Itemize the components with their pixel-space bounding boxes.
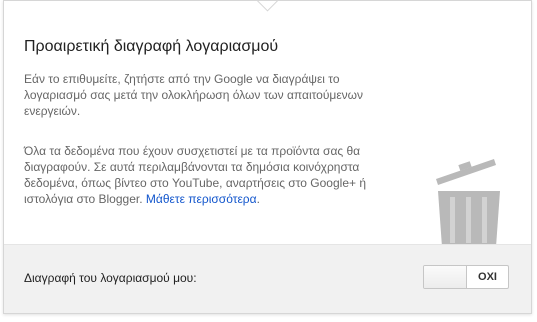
paragraph-end: .	[256, 192, 260, 206]
trash-can-icon	[436, 159, 500, 247]
account-deletion-card: Προαιρετική διαγραφή λογαριασμού Εάν το …	[3, 0, 532, 314]
toggle-knob[interactable]	[424, 266, 467, 288]
intro-paragraph: Εάν το επιθυμείτε, ζητήστε από την Googl…	[24, 72, 364, 118]
dialog-title: Προαιρετική διαγραφή λογαριασμού	[24, 38, 279, 55]
toggle-state-label: ΟΧΙ	[478, 271, 497, 283]
footer-bar: Διαγραφή του λογαριασμού μου: ΟΧΙ	[4, 244, 531, 313]
data-deletion-paragraph: Όλα τα δεδομένα που έχουν συσχετιστεί με…	[24, 143, 394, 207]
card-pointer	[256, 1, 278, 12]
learn-more-link[interactable]: Μάθετε περισσότερα	[146, 192, 257, 206]
delete-account-toggle[interactable]: ΟΧΙ	[423, 265, 509, 289]
delete-account-label: Διαγραφή του λογαριασμού μου:	[24, 271, 197, 285]
